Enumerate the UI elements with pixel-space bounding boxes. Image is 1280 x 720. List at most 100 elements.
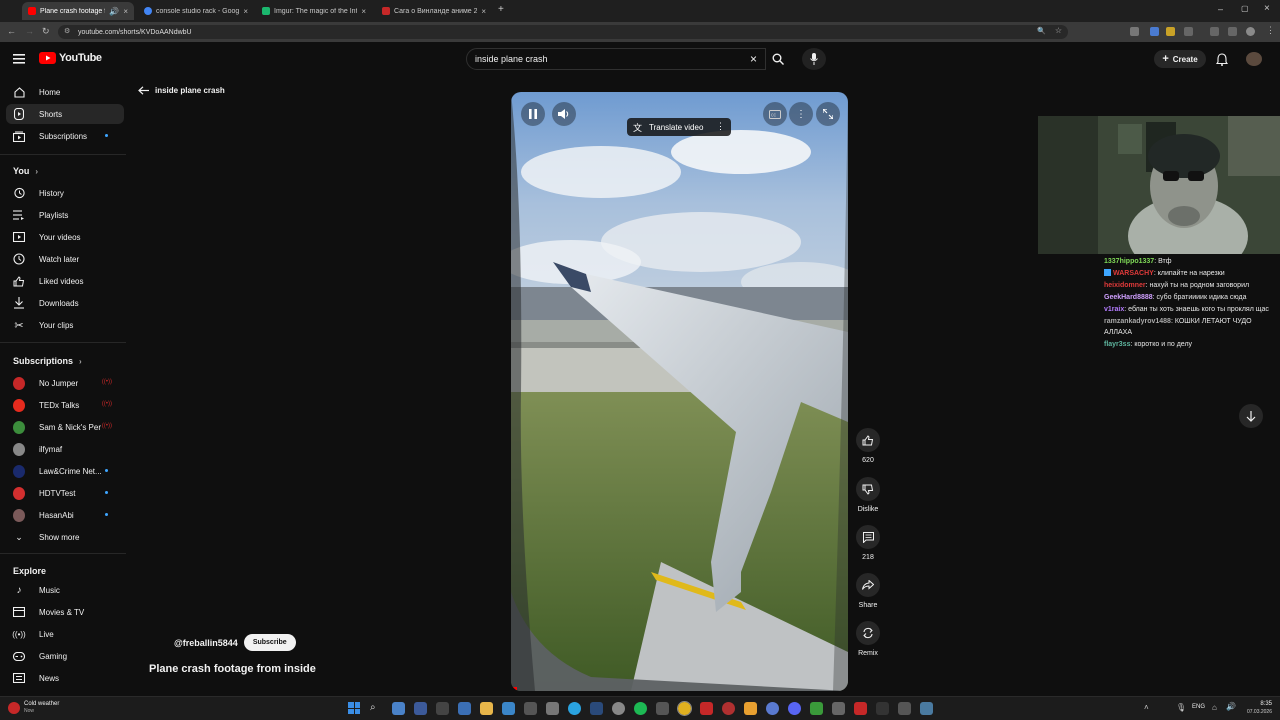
captions-button[interactable]: cc <box>763 102 787 126</box>
sidebar-item-watch-later[interactable]: Watch later <box>6 249 124 269</box>
browser-tab[interactable]: Plane crash footage from inside 🔊 × <box>22 2 134 20</box>
app-taskbar-icon[interactable] <box>876 702 889 715</box>
remix-button[interactable]: Remix <box>856 621 880 657</box>
maximize-icon[interactable]: ▢ <box>1241 4 1249 13</box>
task-view-icon[interactable] <box>392 702 405 715</box>
extensions-puzzle-icon[interactable] <box>1184 27 1193 36</box>
extension-icon[interactable] <box>1130 27 1139 36</box>
sidebar-channel-item[interactable]: HDTVTest <box>6 483 124 503</box>
chrome-icon[interactable] <box>677 701 692 716</box>
sidebar-item-movies[interactable]: Movies & TV <box>6 602 124 622</box>
close-tab-icon[interactable]: × <box>361 7 366 16</box>
back-to-results-button[interactable]: inside plane crash <box>138 86 225 95</box>
extension-icon[interactable] <box>1166 27 1175 36</box>
hamburger-menu-icon[interactable] <box>13 54 25 64</box>
reload-icon[interactable]: ↻ <box>42 26 50 37</box>
language-indicator[interactable]: ENG <box>1192 704 1205 710</box>
clear-search-icon[interactable]: × <box>750 52 757 66</box>
browser-tab[interactable]: Сага о Винланде аниме 2019-2023 × <box>376 2 492 20</box>
sidebar-you-header[interactable]: You › <box>13 166 38 176</box>
network-icon[interactable]: ⌂ <box>1212 703 1217 712</box>
clock[interactable]: 8:35 07.03.2026 <box>1240 700 1272 716</box>
search-button[interactable] <box>766 48 790 70</box>
app-taskbar-icon[interactable] <box>458 702 471 715</box>
app-taskbar-icon[interactable] <box>700 702 713 715</box>
zoom-icon[interactable]: 🔍 <box>1037 27 1046 35</box>
sidebar-item-news[interactable]: News <box>6 668 124 688</box>
share-button[interactable]: Share <box>856 573 880 609</box>
close-tab-icon[interactable]: × <box>243 7 248 16</box>
microphone-tray-icon[interactable]: 🎙 <box>1176 703 1186 712</box>
app-taskbar-icon[interactable] <box>722 702 735 715</box>
channel-handle[interactable]: @freballin5844 <box>174 638 238 648</box>
sidebar-subscriptions-header[interactable]: Subscriptions › <box>13 356 82 366</box>
sidebar-item-your-videos[interactable]: Your videos <box>6 227 124 247</box>
close-icon[interactable]: × <box>1264 3 1270 14</box>
fullscreen-button[interactable] <box>816 102 840 126</box>
next-short-button[interactable] <box>1239 404 1263 428</box>
profile-avatar[interactable] <box>1246 27 1255 36</box>
spotify-icon[interactable] <box>634 702 647 715</box>
volume-button[interactable] <box>552 102 576 126</box>
app-taskbar-icon[interactable] <box>502 702 515 715</box>
sidebar-item-music[interactable]: ♪ Music <box>6 580 124 600</box>
telegram-icon[interactable] <box>568 702 581 715</box>
more-options-icon[interactable]: ⋮ <box>716 121 725 132</box>
sidebar-item-liked-videos[interactable]: Liked videos <box>6 271 124 291</box>
app-taskbar-icon[interactable] <box>898 702 911 715</box>
sidebar-item-your-clips[interactable]: ✂ Your clips <box>6 315 124 335</box>
discord-icon[interactable] <box>788 702 801 715</box>
browser-tab[interactable]: Imgur: The magic of the Internet × <box>256 2 372 20</box>
close-tab-icon[interactable]: × <box>123 7 128 16</box>
dislike-button[interactable]: Dislike <box>856 477 880 513</box>
start-windows-icon[interactable] <box>348 702 360 714</box>
voice-search-button[interactable] <box>802 48 826 70</box>
sidebar-item-live[interactable]: ((•)) Live <box>6 624 124 644</box>
sidebar-channel-item[interactable]: Law&Crime Net... <box>6 461 124 481</box>
pause-button[interactable] <box>521 102 545 126</box>
sidebar-channel-item[interactable]: ilfymaf <box>6 439 124 459</box>
address-bar[interactable]: ⚙ youtube.com/shorts/KVDoAANdwbU 🔍 ☆ <box>58 25 1068 39</box>
sidebar-item-downloads[interactable]: Downloads <box>6 293 124 313</box>
site-info-icon[interactable]: ⚙ <box>64 27 70 35</box>
account-avatar[interactable] <box>1246 52 1262 66</box>
bookmark-star-icon[interactable]: ☆ <box>1055 26 1062 35</box>
app-taskbar-icon[interactable] <box>436 702 449 715</box>
app-taskbar-icon[interactable] <box>766 702 779 715</box>
app-taskbar-icon[interactable] <box>546 702 559 715</box>
sidebar-channel-item[interactable]: TEDx Talks ((•)) <box>6 395 124 415</box>
minimize-icon[interactable]: – <box>1218 4 1223 14</box>
subscribe-button[interactable]: Subscribe <box>243 634 296 651</box>
sidebar-channel-item[interactable]: No Jumper ((•)) <box>6 373 124 393</box>
search-icon[interactable]: ⌕ <box>370 702 376 713</box>
back-arrow-icon[interactable]: ← <box>7 26 16 36</box>
sidebar-channel-item[interactable]: HasanAbi <box>6 505 124 525</box>
close-tab-icon[interactable]: × <box>481 7 486 16</box>
sidebar-item-home[interactable]: Home <box>6 82 124 102</box>
tab-search-icon[interactable] <box>1228 27 1237 36</box>
sidebar-item-playlists[interactable]: Playlists <box>6 205 124 225</box>
app-taskbar-icon[interactable] <box>920 702 933 715</box>
app-taskbar-icon[interactable] <box>612 702 625 715</box>
app-taskbar-icon[interactable] <box>744 702 757 715</box>
notifications-bell-icon[interactable] <box>1216 53 1228 66</box>
tray-overflow-icon[interactable]: ˄ <box>1144 703 1149 712</box>
speaker-icon[interactable]: 🔊 <box>109 7 119 16</box>
app-taskbar-icon[interactable] <box>854 702 867 715</box>
sidebar-show-more[interactable]: ⌄ Show more <box>6 527 124 547</box>
more-menu-icon[interactable]: ⋮ <box>1266 25 1275 36</box>
sidebar-item-shorts[interactable]: Shorts <box>6 104 124 124</box>
extension-icon[interactable] <box>1150 27 1159 36</box>
sidebar-item-gaming[interactable]: Gaming <box>6 646 124 666</box>
new-tab-button[interactable]: + <box>498 4 504 15</box>
like-button[interactable]: 620 <box>856 428 880 464</box>
sidebar-channel-item[interactable]: Sam & Nick's Per... ((•)) <box>6 417 124 437</box>
shorts-video-player[interactable]: 文 Translate video ⋮ cc ⋮ <box>511 92 848 691</box>
app-taskbar-icon[interactable] <box>524 702 537 715</box>
video-more-button[interactable]: ⋮ <box>789 102 813 126</box>
app-taskbar-icon[interactable] <box>656 702 669 715</box>
youtube-logo[interactable]: YouTube <box>39 52 102 64</box>
file-explorer-icon[interactable] <box>480 702 493 715</box>
app-taskbar-icon[interactable] <box>414 702 427 715</box>
create-button[interactable]: + Create <box>1154 50 1206 68</box>
